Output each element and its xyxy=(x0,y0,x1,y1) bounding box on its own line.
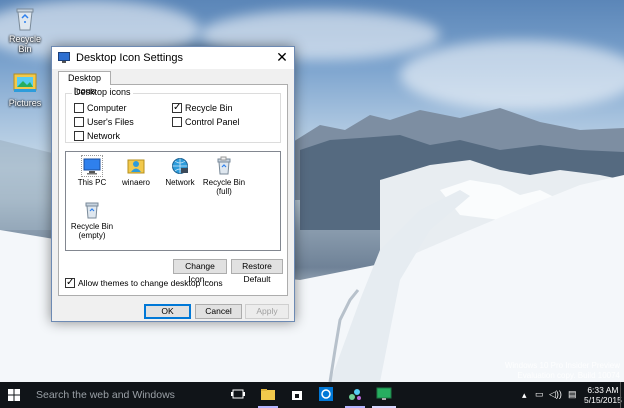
checkbox-box[interactable] xyxy=(172,117,182,127)
action-center-icon[interactable]: ▤ xyxy=(568,389,577,400)
checkbox-label: Recycle Bin xyxy=(185,103,233,113)
list-item-label: Recycle Bin (full) xyxy=(202,178,246,196)
windows-start-icon[interactable] xyxy=(8,389,20,401)
store-icon[interactable] xyxy=(289,386,305,402)
recycle-bin-checkbox[interactable]: Recycle Bin xyxy=(172,102,233,114)
list-item-label: Network xyxy=(165,178,195,187)
windows-watermark: Windows 10 Pro Insider Preview Evaluatio… xyxy=(505,361,620,381)
dialog-title: Desktop Icon Settings xyxy=(76,52,184,64)
list-item-label: This PC xyxy=(77,178,107,187)
recycle-bin-full-icon xyxy=(217,156,231,175)
show-desktop-button[interactable] xyxy=(620,382,624,408)
list-item[interactable]: Recycle Bin (full) xyxy=(202,156,246,196)
control-panel-checkbox[interactable]: Control Panel xyxy=(172,117,240,127)
search-box[interactable]: Search the web and Windows xyxy=(36,389,175,401)
file-explorer-icon[interactable] xyxy=(260,386,276,402)
network-checkbox[interactable]: Network xyxy=(74,131,120,141)
network-icon xyxy=(172,158,188,174)
taskbar: Search the web and Windows ▴ ▭ ◁)) ▤ 6:3… xyxy=(0,382,624,408)
clock-time: 6:33 AM xyxy=(587,385,619,395)
icon-list[interactable]: This PC winaero Network Recycle Bin (ful… xyxy=(65,151,281,251)
desktop-icons-group: Desktop icons Computer Recycle Bin User'… xyxy=(65,87,281,143)
watermark-line: Windows 10 Pro Insider Preview xyxy=(504,361,620,370)
allow-themes-checkbox[interactable]: Allow themes to change desktop icons xyxy=(65,277,223,289)
list-item-label: winaero xyxy=(121,178,150,187)
this-pc-icon xyxy=(81,155,103,177)
desktop-icon-settings-app-icon[interactable] xyxy=(376,386,392,402)
list-item-label: Recycle Bin (empty) xyxy=(70,222,114,240)
change-icon-button[interactable]: Change Icon... xyxy=(173,259,227,284)
list-item[interactable]: winaero xyxy=(114,156,158,187)
network-tray-icon[interactable]: ▭ xyxy=(535,389,544,400)
list-item[interactable]: Recycle Bin (empty) xyxy=(70,200,114,240)
desktop-pictures[interactable]: Pictures xyxy=(2,68,48,108)
computer-checkbox[interactable]: Computer xyxy=(74,103,127,113)
tab-panel: Desktop icons Computer Recycle Bin User'… xyxy=(58,84,288,296)
checkbox-box[interactable] xyxy=(65,277,75,289)
clock-date: 5/15/2015 xyxy=(584,395,622,405)
task-view-icon[interactable] xyxy=(230,386,246,402)
checkbox-label: User's Files xyxy=(87,117,134,127)
desktop-icon-settings-dialog: Desktop Icon Settings ✕ Desktop Icons De… xyxy=(51,46,295,322)
watermark-line: Evaluation copy. Build 10074 xyxy=(517,371,620,380)
cancel-button[interactable]: Cancel xyxy=(195,304,242,319)
apply-button[interactable]: Apply xyxy=(245,304,289,319)
volume-icon[interactable]: ◁)) xyxy=(549,389,562,400)
ok-button[interactable]: OK xyxy=(144,304,191,319)
checkbox-box[interactable] xyxy=(74,103,84,113)
list-item[interactable]: This PC xyxy=(70,155,114,187)
user-folder-icon xyxy=(127,159,145,174)
checkbox-label: Computer xyxy=(87,103,127,113)
recycle-bin-empty-icon xyxy=(85,202,99,219)
desktop-icon-label: Recycle Bin xyxy=(8,34,41,54)
recycle-bin-icon xyxy=(16,8,34,31)
checkbox-label: Allow themes to change desktop icons xyxy=(78,278,223,288)
chevron-up-icon[interactable]: ▴ xyxy=(522,390,527,401)
winaero-app-icon[interactable] xyxy=(347,386,363,402)
checkbox-label: Network xyxy=(87,131,121,141)
list-item[interactable]: Network xyxy=(158,156,202,187)
dialog-titlebar[interactable]: Desktop Icon Settings ✕ xyxy=(52,47,294,69)
checkbox-box[interactable] xyxy=(74,117,84,127)
checkbox-box[interactable] xyxy=(172,102,182,114)
close-button[interactable]: ✕ xyxy=(270,47,294,69)
tab-desktop-icons[interactable]: Desktop Icons xyxy=(58,71,111,96)
restore-default-button[interactable]: Restore Default xyxy=(231,259,283,284)
desktop-recycle-bin[interactable]: Recycle Bin xyxy=(2,4,48,54)
edge-icon[interactable] xyxy=(318,386,334,402)
desktop-icon-label: Pictures xyxy=(8,98,42,108)
checkbox-box[interactable] xyxy=(74,131,84,141)
pictures-icon xyxy=(13,73,37,92)
monitor-icon xyxy=(58,52,70,63)
clock[interactable]: 6:33 AM 5/15/2015 xyxy=(584,385,622,405)
users-files-checkbox[interactable]: User's Files xyxy=(74,117,134,127)
checkbox-label: Control Panel xyxy=(185,117,240,127)
